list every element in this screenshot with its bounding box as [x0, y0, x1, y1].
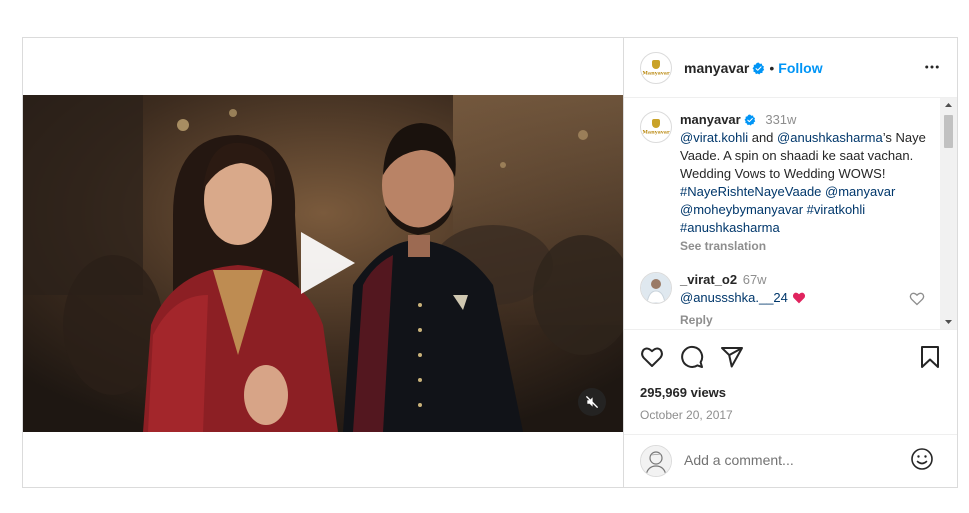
- mention-link[interactable]: @anushkasharma: [777, 130, 883, 145]
- caption-text: and: [748, 130, 778, 145]
- person-photo-icon: [641, 273, 671, 303]
- play-button[interactable]: [291, 228, 361, 298]
- share-icon: [721, 347, 743, 368]
- avatar[interactable]: Manyavar: [640, 52, 672, 84]
- hashtag-link[interactable]: #NayeRishteNayeVaade: [680, 184, 821, 199]
- brand-crest-icon: [652, 60, 660, 70]
- caption-username[interactable]: manyavar: [680, 112, 741, 127]
- more-horizontal-icon: [925, 65, 939, 69]
- commenter-avatar[interactable]: [640, 272, 672, 304]
- follow-button[interactable]: Follow: [778, 60, 822, 76]
- verified-badge-icon: [744, 114, 755, 126]
- mention-link[interactable]: @virat.kohli: [680, 130, 748, 145]
- comments-scrollbar[interactable]: [940, 98, 957, 329]
- comment-mention[interactable]: @anussshka.__24: [680, 290, 788, 305]
- current-user-avatar: [640, 445, 672, 477]
- views-count[interactable]: 295,969 views: [640, 385, 726, 400]
- heart-outline-icon: [909, 292, 925, 306]
- scrollbar-graphic: [944, 103, 953, 324]
- heart-emoji: [792, 290, 806, 305]
- red-heart-icon: [792, 292, 805, 304]
- comment-username[interactable]: _virat_o2: [680, 272, 737, 287]
- bookmark-icon: [921, 346, 939, 368]
- muted-speaker-icon: [586, 396, 598, 408]
- caption-time: 331w: [765, 112, 797, 127]
- comments-section[interactable]: Manyavar manyavar 331w @virat.kohli and …: [624, 98, 957, 330]
- brand-logo: Manyavar: [642, 70, 670, 77]
- see-translation-link[interactable]: See translation: [680, 239, 930, 253]
- emoji-button[interactable]: [910, 447, 934, 476]
- hashtag-link[interactable]: #viratkohli: [807, 202, 866, 217]
- caption-avatar[interactable]: Manyavar: [640, 111, 672, 143]
- heart-icon: [641, 347, 663, 367]
- hashtag-link[interactable]: #anushkasharma: [680, 220, 780, 235]
- mute-button[interactable]: [578, 388, 606, 416]
- comment-like-button[interactable]: [909, 291, 925, 311]
- sketch-avatar-icon: [641, 446, 671, 476]
- play-icon: [301, 232, 355, 294]
- brand-crest-icon: [652, 119, 660, 129]
- post-actions: 295,969 views October 20, 2017: [624, 330, 957, 430]
- post-sidebar: Manyavar manyavar • Follow Manyavar manyav…: [623, 38, 957, 487]
- add-comment-bar: [624, 434, 957, 487]
- caption: manyavar 331w @virat.kohli and @anushkas…: [680, 111, 930, 253]
- more-options-button[interactable]: [923, 58, 941, 81]
- reply-button[interactable]: Reply: [680, 313, 900, 327]
- comment-button[interactable]: [680, 345, 704, 374]
- post-media: [23, 38, 623, 487]
- like-button[interactable]: [640, 345, 664, 374]
- separator-dot: •: [769, 60, 775, 76]
- brand-logo: Manyavar: [642, 129, 670, 136]
- share-button[interactable]: [720, 345, 744, 374]
- comment-item: _virat_o2 67w @anussshka.__24 Reply: [680, 271, 900, 327]
- verified-badge-icon: [752, 62, 765, 75]
- mention-link[interactable]: @moheybymanyavar: [680, 202, 803, 217]
- comment-time: 67w: [742, 272, 767, 287]
- post-date[interactable]: October 20, 2017: [640, 408, 733, 422]
- post-author-username[interactable]: manyavar: [684, 60, 749, 76]
- video-player[interactable]: [23, 95, 623, 432]
- post-header: Manyavar manyavar • Follow: [624, 38, 957, 98]
- mention-link[interactable]: @manyavar: [825, 184, 895, 199]
- comment-input[interactable]: [684, 449, 904, 471]
- comment-icon: [681, 346, 704, 368]
- smiley-icon: [911, 448, 933, 470]
- post-card: Manyavar manyavar • Follow Manyavar manyav…: [22, 37, 958, 488]
- save-button[interactable]: [919, 345, 941, 374]
